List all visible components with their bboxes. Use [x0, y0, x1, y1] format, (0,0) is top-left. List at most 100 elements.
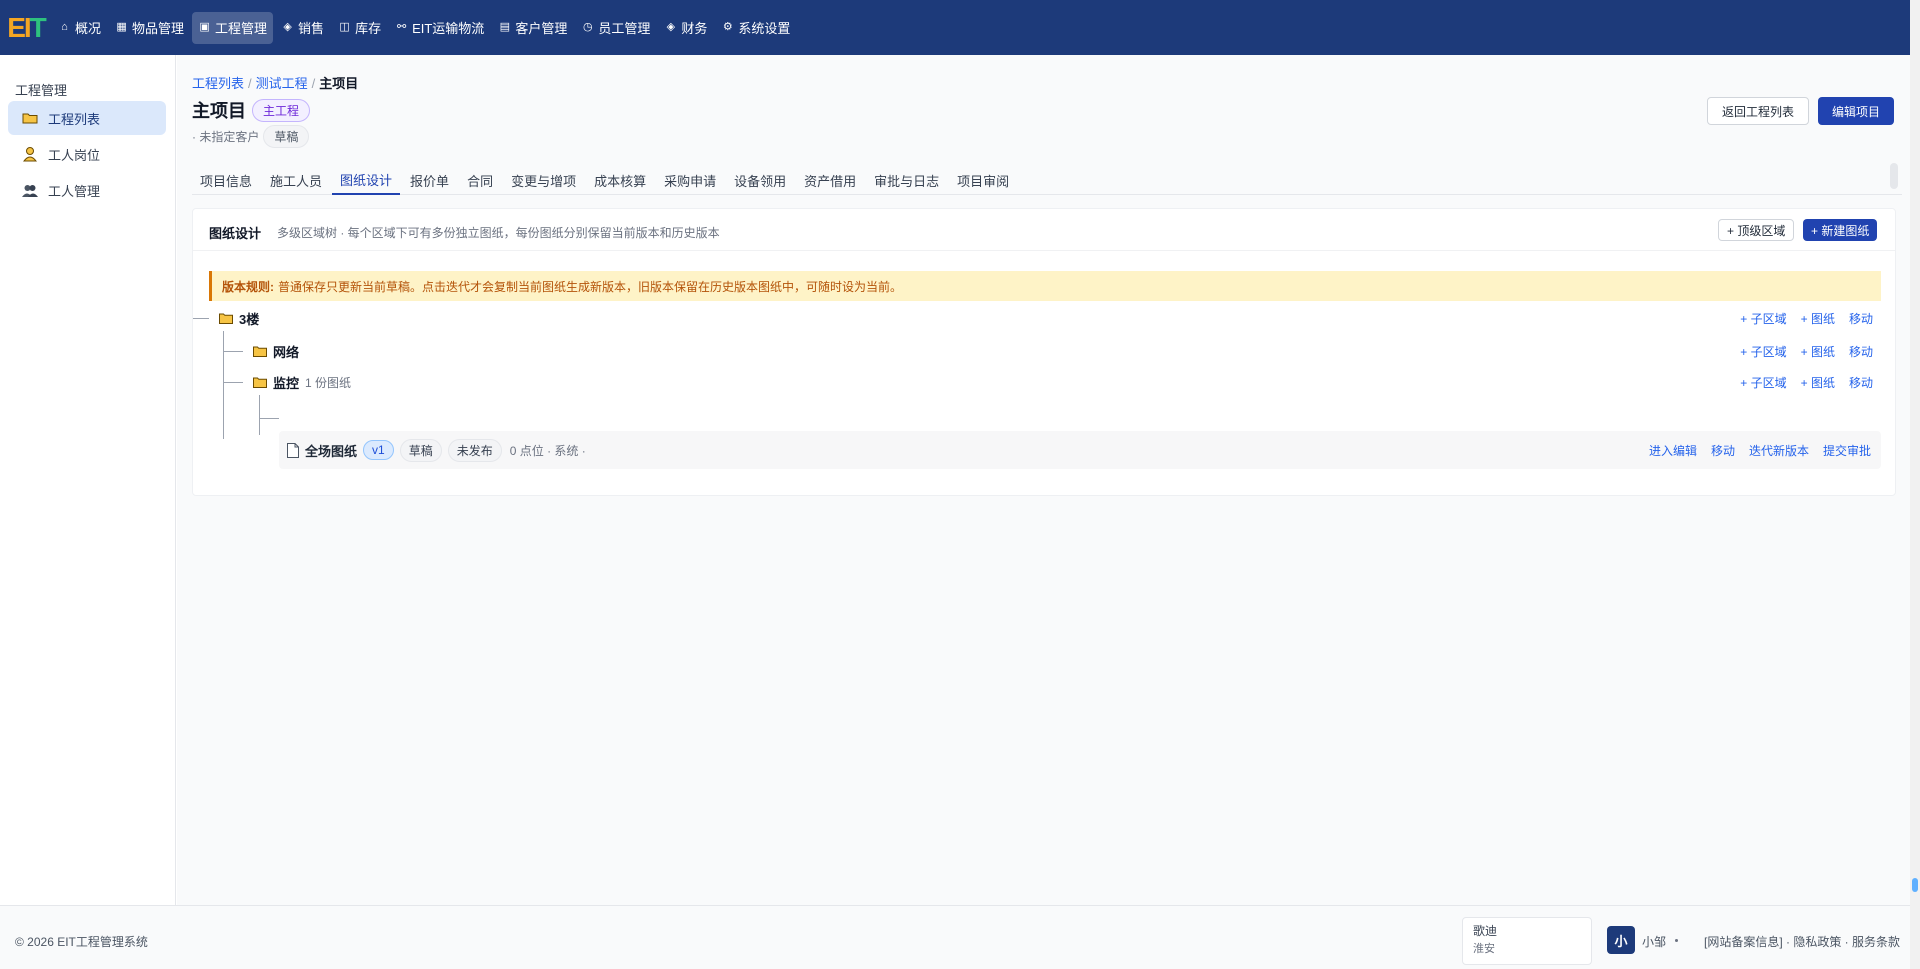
top-navbar: EI T ⌂ 概况 ▦ 物品管理 ▣ 工程管理 ◈ 销售 ◫ 库存 ⚯ EIT运输物流 ▤ 客户…: [0, 0, 1910, 55]
nav-item-settings[interactable]: ⚙ 系统设置: [715, 12, 796, 44]
scrollbar-thumb[interactable]: [1912, 878, 1918, 892]
settings-icon: ⚙: [722, 21, 733, 33]
nav-item-employees[interactable]: ◷ 员工管理: [575, 12, 656, 44]
tab-asset-borrow[interactable]: 资产借用: [796, 165, 864, 195]
cube-icon: ◈: [283, 21, 292, 33]
version-rule-notice: 版本规则: 普通保存只更新当前草稿。点击迭代才会复制当前图纸生成新版本，旧版本保…: [209, 271, 1881, 301]
page-title-row: 主项目 主工程: [192, 97, 311, 123]
avatar[interactable]: 小: [1607, 926, 1635, 954]
nav-label: 物品管理: [132, 21, 185, 36]
add-subarea-link[interactable]: + 子区域: [1740, 310, 1786, 327]
area-actions: + 子区域 + 图纸 移动: [1726, 374, 1873, 391]
move-link[interactable]: 移动: [1849, 343, 1873, 360]
sidebar-title: 工程管理: [15, 83, 68, 98]
panel-title: 图纸设计: [209, 226, 262, 241]
breadcrumb-separator: /: [311, 76, 316, 91]
tree-area-network[interactable]: 网络 + 子区域 + 图纸 移动: [253, 339, 1897, 363]
area-name: 网络: [273, 344, 300, 360]
worker-icon: [22, 147, 38, 162]
panel-header: 图纸设计 多级区域树 · 每个区域下可有多份独立图纸，每份图纸分别保留当前版本和…: [193, 209, 1895, 251]
status-badge: 草稿: [263, 125, 310, 148]
tab-project-info[interactable]: 项目信息: [192, 165, 260, 195]
footer-links[interactable]: [网站备案信息] · 隐私政策 · 服务条款: [1704, 933, 1900, 950]
drawing-item[interactable]: 全场图纸 v1 草稿 未发布 0 点位 · 系统 · 进入编辑 移动 迭代新版本…: [279, 431, 1881, 469]
customer-label: · 未指定客户: [192, 130, 260, 144]
nav-item-logistics[interactable]: ⚯ EIT运输物流: [389, 12, 490, 44]
add-drawing-link[interactable]: + 图纸: [1801, 343, 1835, 360]
sidebar-item-project-list[interactable]: 工程列表: [8, 101, 166, 135]
move-link[interactable]: 移动: [1849, 374, 1873, 391]
nav-item-projects[interactable]: ▣ 工程管理: [192, 11, 274, 44]
add-drawing-link[interactable]: + 图纸: [1801, 374, 1835, 391]
add-top-area-button[interactable]: + 顶级区域: [1718, 219, 1795, 241]
status-dot: [1675, 939, 1678, 942]
sidebar-item-worker-management[interactable]: 工人管理: [8, 173, 166, 207]
nav-item-finance[interactable]: ◈ 财务: [658, 12, 713, 44]
users-icon: [22, 185, 38, 197]
nav-item-customers[interactable]: ▤ 客户管理: [492, 12, 573, 44]
brand-logo[interactable]: EI T: [0, 0, 52, 55]
nav-label: 客户管理: [515, 21, 568, 36]
project-icon: ▣: [199, 21, 210, 33]
tab-purchase-request[interactable]: 采购申请: [656, 165, 724, 195]
nav-label: 概况: [75, 21, 102, 36]
breadcrumb-test-project[interactable]: 测试工程: [256, 76, 308, 91]
nav-item-inventory[interactable]: ◫ 库存: [332, 12, 387, 44]
tree-area-monitoring[interactable]: 监控 1 份图纸 + 子区域 + 图纸 移动: [253, 370, 1897, 394]
move-drawing-link[interactable]: 移动: [1711, 442, 1735, 459]
tab-project-review[interactable]: 项目审阅: [949, 165, 1017, 195]
folder-icon: [22, 113, 38, 124]
add-drawing-link[interactable]: + 图纸: [1801, 310, 1835, 327]
edit-project-button[interactable]: 编辑项目: [1818, 97, 1895, 125]
nav-item-sales[interactable]: ◈ 销售: [275, 12, 330, 44]
new-drawing-button[interactable]: + 新建图纸: [1803, 219, 1878, 241]
nav-label: 财务: [681, 21, 708, 36]
weather-location: 淮安: [1473, 943, 1495, 955]
enter-edit-link[interactable]: 进入编辑: [1649, 442, 1697, 459]
clock-icon: ◷: [583, 21, 593, 33]
breadcrumb-current: 主项目: [319, 76, 359, 91]
cube-icon: ◈: [666, 21, 676, 33]
logo-text-accent: T: [29, 11, 47, 43]
add-subarea-link[interactable]: + 子区域: [1740, 343, 1786, 360]
breadcrumb-project-list[interactable]: 工程列表: [192, 76, 244, 91]
submit-approval-link[interactable]: 提交审批: [1823, 442, 1871, 459]
publish-badge: 未发布: [447, 438, 502, 462]
main-content: 工程列表 / 测试工程 / 主项目 主项目 主工程 · 未指定客户 草稿 返回工程列表 …: [177, 55, 1910, 905]
tab-cost-accounting[interactable]: 成本核算: [586, 165, 654, 195]
nav-label: 员工管理: [598, 21, 651, 36]
link-icon: ⚯: [396, 21, 407, 33]
tab-changes[interactable]: 变更与增项: [503, 165, 584, 195]
breadcrumb: 工程列表 / 测试工程 / 主项目: [192, 73, 358, 92]
nav-item-overview[interactable]: ⌂ 概况: [52, 12, 107, 44]
tab-approval-log[interactable]: 审批与日志: [866, 165, 947, 195]
box-icon: ◫: [339, 21, 350, 33]
tab-quotation[interactable]: 报价单: [402, 165, 457, 195]
tabs-scrollbar[interactable]: [1890, 163, 1898, 189]
tree-connector: [223, 382, 243, 383]
move-link[interactable]: 移动: [1849, 310, 1873, 327]
image-icon: ▤: [499, 21, 511, 33]
page-title: 主项目: [192, 101, 246, 121]
iterate-version-link[interactable]: 迭代新版本: [1749, 442, 1809, 459]
drawing-design-panel: 图纸设计 多级区域树 · 每个区域下可有多份独立图纸，每份图纸分别保留当前版本和…: [192, 208, 1896, 496]
nav-item-items[interactable]: ▦ 物品管理: [109, 12, 190, 44]
tab-contract[interactable]: 合同: [459, 165, 501, 195]
add-subarea-link[interactable]: + 子区域: [1740, 374, 1786, 391]
notice-label: 版本规则:: [222, 279, 274, 294]
tree-area-3f[interactable]: 3楼 + 子区域 + 图纸 移动: [219, 306, 1897, 330]
sidebar-item-label: 工人管理: [48, 183, 101, 199]
page-scrollbar[interactable]: [1910, 0, 1920, 969]
tree-connector: [223, 331, 224, 439]
tab-drawing-design[interactable]: 图纸设计: [332, 165, 401, 195]
tab-workers[interactable]: 施工人员: [262, 165, 330, 195]
sidebar-item-worker-positions[interactable]: 工人岗位: [8, 137, 166, 171]
drawing-info: 全场图纸 v1 草稿 未发布 0 点位 · 系统 ·: [287, 431, 586, 469]
sidebar-item-label: 工程列表: [48, 111, 101, 127]
back-to-list-button[interactable]: 返回工程列表: [1707, 97, 1810, 125]
folder-icon: [219, 313, 233, 324]
username[interactable]: 小邹: [1642, 933, 1666, 950]
tab-equipment[interactable]: 设备领用: [726, 165, 794, 195]
area-actions: + 子区域 + 图纸 移动: [1726, 310, 1873, 327]
area-name: 3楼: [239, 311, 260, 327]
